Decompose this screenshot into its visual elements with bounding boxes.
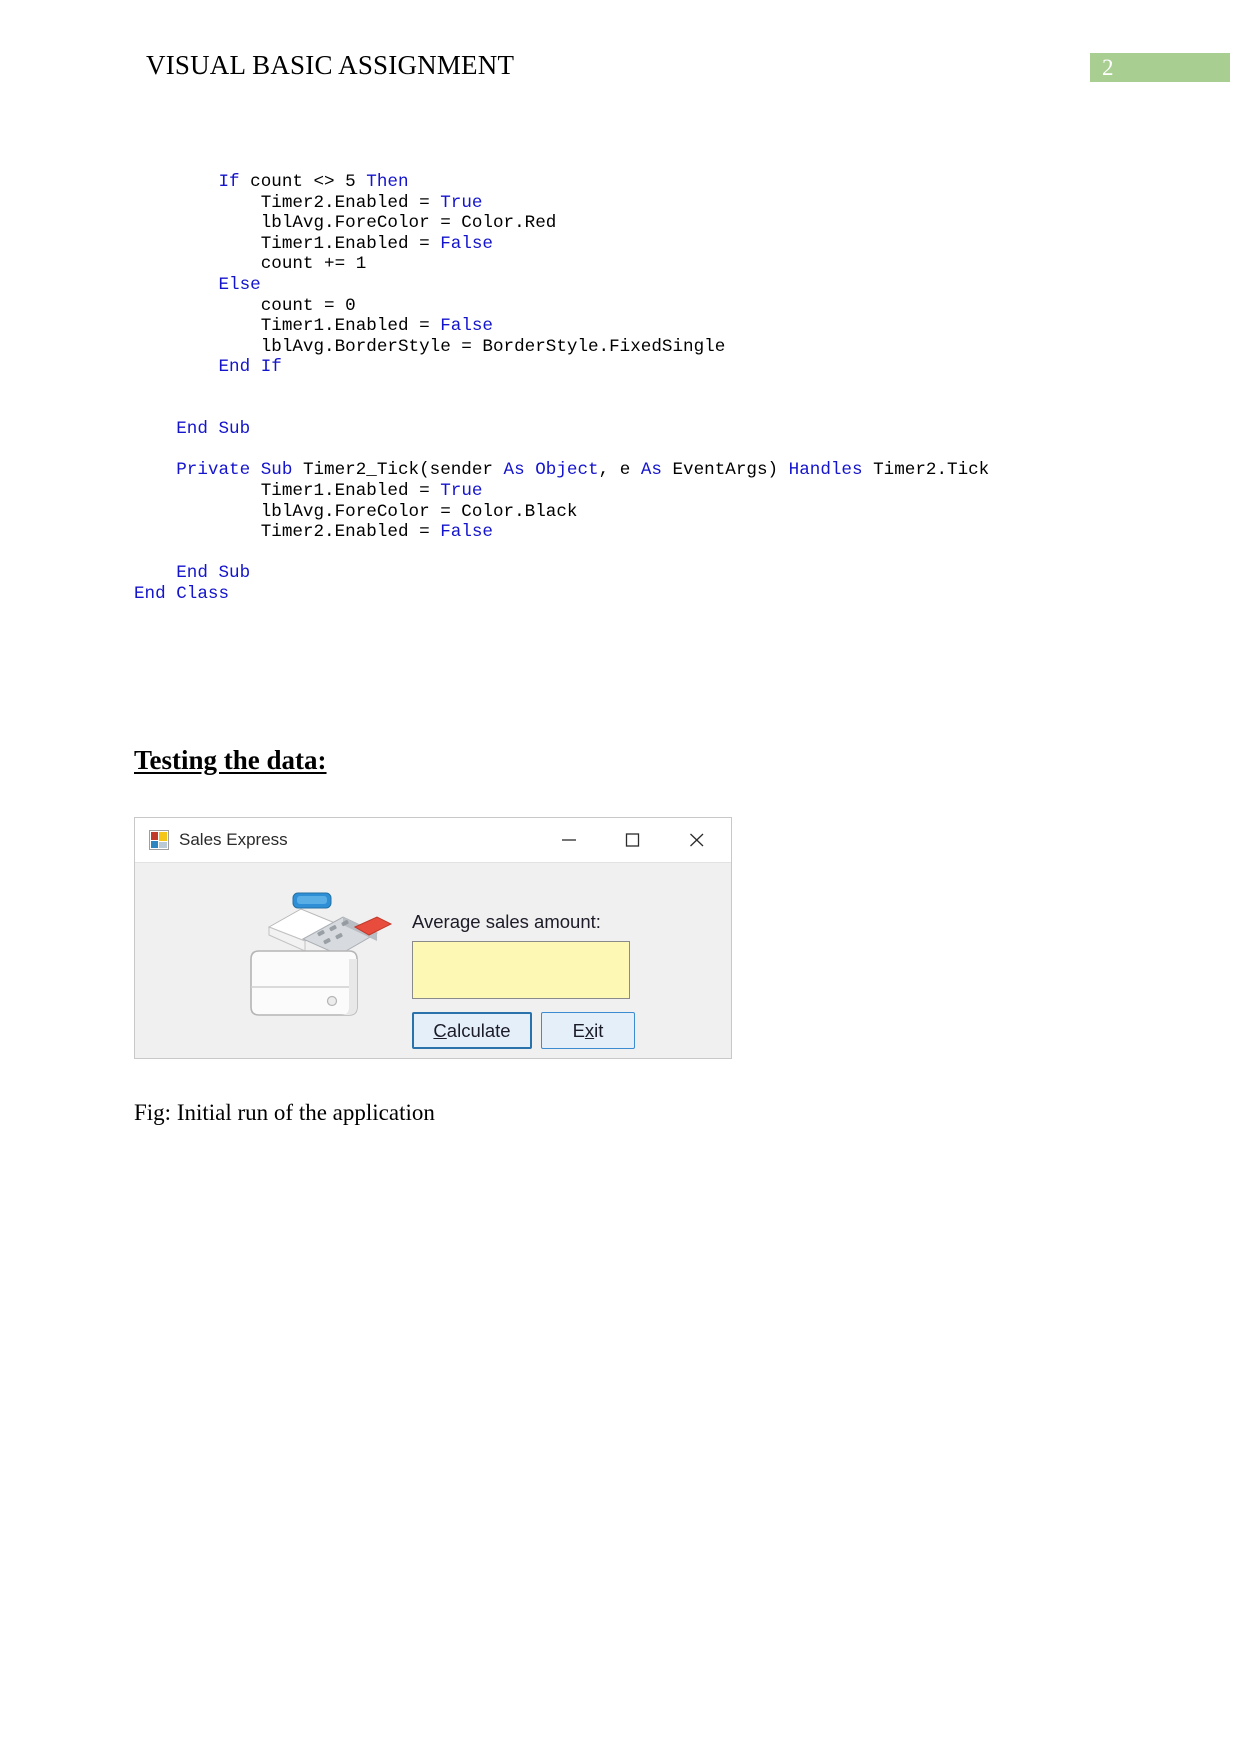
code-line: If count <> 5 Then [134, 172, 1114, 193]
code-line: Timer1.Enabled = True [134, 481, 1114, 502]
code-text: EventArgs) [672, 460, 789, 481]
code-keyword: True [440, 480, 483, 501]
source-code-block: If count <> 5 Then Timer2.Enabled = True… [134, 172, 1114, 604]
code-line: Timer2.Enabled = False [134, 522, 1114, 543]
code-line: Else [134, 275, 1114, 296]
code-line: End Class [134, 584, 1114, 605]
code-keyword: Private Sub [176, 460, 303, 481]
section-heading-testing: Testing the data: [134, 745, 327, 775]
code-line: Timer1.Enabled = False [134, 234, 1114, 255]
code-line: Timer1.Enabled = False [134, 316, 1114, 337]
calculate-rest-text: alculate [446, 1019, 511, 1041]
page-title: VISUAL BASIC ASSIGNMENT [146, 50, 515, 80]
figure-caption: Fig: Initial run of the application [134, 1100, 435, 1125]
code-keyword: Handles [788, 460, 863, 481]
cash-register-image [231, 883, 411, 1038]
code-keyword: Then [366, 172, 409, 192]
calculate-button-label: Calculate [433, 1020, 510, 1042]
code-keyword: False [440, 522, 493, 543]
code-keyword: End Sub [176, 563, 251, 584]
code-line: lblAvg.BorderStyle = BorderStyle.FixedSi… [134, 337, 1114, 358]
code-text: Timer1.Enabled = [260, 233, 441, 254]
code-text: Timer2.Tick [862, 460, 990, 481]
code-text: Timer1.Enabled = [260, 316, 441, 337]
code-keyword: False [440, 233, 493, 254]
app-title-label: Sales Express [179, 830, 288, 849]
minimize-icon[interactable] [547, 818, 593, 862]
calculate-button[interactable]: Calculate [412, 1012, 532, 1049]
app-form-body: Average sales amount: Calculate Exit [135, 863, 731, 1058]
code-text: lblAvg.BorderStyle = BorderStyle.FixedSi… [260, 336, 726, 357]
code-keyword: End Class [134, 583, 230, 604]
maximize-icon[interactable] [611, 818, 657, 862]
average-sales-label: Average sales amount: [412, 911, 601, 932]
page-number-badge: 2 [1090, 53, 1230, 82]
code-line: End Sub [134, 419, 1114, 440]
exit-pre-text: E [572, 1019, 585, 1041]
code-text: lblAvg.ForeColor = Color.Black [260, 501, 578, 522]
exit-accel-char: x [584, 1019, 595, 1041]
code-keyword: End Sub [176, 419, 251, 440]
exit-button-label: Exit [573, 1020, 604, 1042]
code-line: count += 1 [134, 254, 1114, 275]
code-keyword: True [440, 192, 483, 213]
visual-basic-form-icon [149, 830, 169, 850]
code-line: lblAvg.ForeColor = Color.Black [134, 502, 1114, 523]
app-titlebar: Sales Express [135, 818, 731, 863]
code-keyword: If [218, 172, 251, 192]
calculate-accel-char: C [433, 1019, 447, 1041]
page-number-label: 2 [1102, 55, 1114, 80]
code-line: count = 0 [134, 296, 1114, 317]
code-text: Timer1.Enabled = [260, 480, 441, 501]
code-keyword: End If [218, 357, 282, 378]
average-sales-textbox[interactable] [412, 941, 630, 999]
document-header: VISUAL BASIC ASSIGNMENT 2 [0, 0, 1241, 110]
code-line: End If [134, 357, 1114, 378]
exit-button[interactable]: Exit [541, 1012, 635, 1049]
close-icon[interactable] [675, 818, 721, 862]
code-line: lblAvg.ForeColor = Color.Red [134, 213, 1114, 234]
exit-rest-text: it [594, 1019, 604, 1041]
code-text: count <> 5 [250, 172, 367, 192]
code-keyword: False [440, 316, 493, 337]
code-text: Timer2.Enabled = [260, 192, 441, 213]
code-keyword: Else [218, 274, 261, 295]
code-line: Private Sub Timer2_Tick(sender As Object… [134, 460, 1114, 481]
code-line: End Sub [134, 563, 1114, 584]
code-text: count = 0 [260, 295, 356, 316]
code-line: Timer2.Enabled = True [134, 193, 1114, 214]
code-text: Timer2_Tick(sender [302, 460, 504, 481]
code-text: count += 1 [260, 254, 367, 275]
code-text: , e [598, 460, 641, 481]
code-text: Timer2.Enabled = [260, 522, 441, 543]
code-keyword: As [640, 460, 673, 481]
app-window-screenshot: Sales Express Average sales amount: Calc… [134, 817, 732, 1059]
code-keyword: As Object [503, 460, 599, 481]
code-text: lblAvg.ForeColor = Color.Red [260, 213, 557, 234]
